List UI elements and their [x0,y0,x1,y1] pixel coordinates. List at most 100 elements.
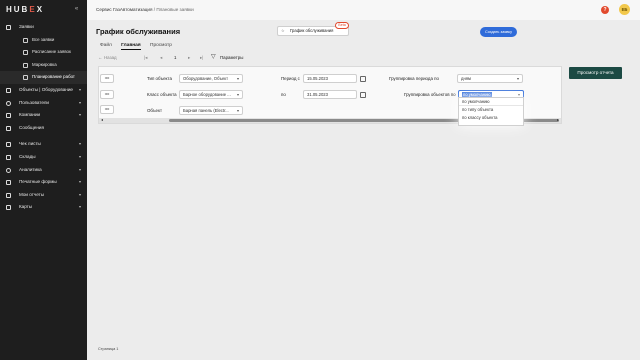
users-icon [6,100,11,106]
sidebar-item-work-planning[interactable]: Планирование работ [0,71,87,84]
sidebar-item-analytics[interactable]: Аналитика ▾ [0,164,87,177]
sidebar-item-label: Объекты | Оборудование [19,86,73,92]
tab-view[interactable]: Просмотр [150,43,172,49]
collapse-sidebar-icon[interactable]: « [72,6,81,13]
object-grouping-dropdown: по умолчанию по типу объекта по классу о… [458,97,524,126]
tab-file[interactable]: Файл [100,43,112,49]
sidebar-item-request-schedule[interactable]: Расписание заявок [0,46,87,59]
object-type-value: Оборудование, Объект [183,76,229,81]
checklist-icon [6,142,11,148]
sidebar-item-all-requests[interactable]: Все заявки [0,34,87,47]
sidebar-item-print-forms[interactable]: Печатные формы ▾ [0,176,87,189]
chevron-down-icon: ▾ [236,76,239,81]
warehouse-icon [6,154,11,160]
dropdown-option[interactable]: по типу объекта [459,106,523,114]
object-value: Барная панель (Electr... [183,108,229,113]
calendar-icon [23,50,28,56]
object-type-select[interactable]: Оборудование, Объект ▾ [179,74,243,83]
object-select[interactable]: Барная панель (Electr... ▾ [179,106,243,115]
chevron-down-icon: ▾ [236,108,239,113]
dropdown-option[interactable]: по умолчанию [459,98,523,106]
last-page-icon[interactable]: ▸| [200,55,203,61]
parameters-label[interactable]: Параметры [220,55,243,60]
back-arrow-icon[interactable]: ← [98,55,102,60]
calendar-icon[interactable] [360,92,366,98]
scroll-right-icon[interactable]: ▸ [557,117,559,122]
sidebar-item-label: Склады [19,153,36,159]
sidebar-nav: Заявки Все заявки Расписание заявок Марк… [0,21,87,214]
reports-icon [6,192,11,198]
sidebar-item-maps[interactable]: Карты ▾ [0,201,87,214]
sidebar-item-checklists[interactable]: Чек листы ▾ [0,138,87,151]
sidebar-item-messages[interactable]: Сообщения [0,122,87,135]
messages-icon [6,125,11,131]
chevron-down-icon: ▾ [236,92,239,97]
back-label[interactable]: Назад [104,55,117,60]
row-expander[interactable]: ◂ ▸ [100,105,114,114]
object-class-value: Барное оборудование ... [183,92,231,97]
period-to-label: по [281,92,286,97]
chevron-down-icon: ▾ [78,153,81,159]
prev-page-icon[interactable]: ◂ [160,55,162,61]
sidebar-item-label: Пользователи [19,99,49,105]
breadcrumb-service[interactable]: Сервис ГазАвтоматизация [96,7,152,12]
period-grouping-select[interactable]: дням ▾ [457,74,523,83]
chevron-down-icon: ▾ [78,191,81,197]
sidebar-item-warehouses[interactable]: Склады ▾ [0,151,87,164]
sidebar-item-my-reports[interactable]: Мои отчеты ▾ [0,189,87,202]
scroll-left-icon[interactable]: ◂ [101,117,103,122]
requests-icon [6,25,11,30]
object-type-label: Тип объекта [147,76,172,81]
sidebar-item-objects[interactable]: Объекты | Оборудование ▾ [0,84,87,97]
sidebar-item-users[interactable]: Пользователи ▾ [0,97,87,110]
sidebar: HUBEX « Заявки Все заявки Расписание зая… [0,0,87,360]
print-icon [6,180,11,186]
period-from-input[interactable]: 15.05.2023 [303,74,366,83]
next-page-icon[interactable]: ▸ [188,55,190,61]
top-bar: Сервис ГазАвтоматизация / Плановые заявк… [87,0,640,20]
chevron-down-icon: ▾ [78,166,81,172]
beta-badge: Beta [335,22,349,29]
view-report-button[interactable]: Просмотр отчета [569,67,622,79]
sidebar-item-requests[interactable]: Заявки [0,21,87,34]
period-to-value: 31.05.2023 [307,92,328,97]
object-class-select[interactable]: Барное оборудование ... ▾ [179,90,243,99]
sidebar-item-label: Маркировка [32,61,57,67]
avatar[interactable]: ЕБ [619,4,630,15]
tab-home[interactable]: Главная [121,43,141,50]
help-icon[interactable]: ? [601,6,609,14]
object-label: Объект [147,108,162,113]
sidebar-item-label: Печатные формы [19,179,57,185]
filter-icon[interactable]: ▽ [211,53,216,60]
period-grouping-value: дням [461,76,471,81]
sidebar-item-label: Чек листы [19,141,41,147]
chevron-down-icon: ▾ [78,204,81,210]
row-expander[interactable]: ◂ ▸ [100,90,114,99]
period-to-input[interactable]: 31.05.2023 [303,90,366,99]
chevron-down-icon: ▾ [78,141,81,147]
calendar-icon[interactable] [360,76,366,82]
period-from-label: Период с [281,76,300,81]
qr-code-icon [23,62,28,68]
sidebar-item-marking[interactable]: Маркировка [0,59,87,72]
dropdown-option[interactable]: по классу объекта [459,114,523,122]
create-request-button[interactable]: Создать заявку [480,27,517,37]
sidebar-item-label: Карты [19,204,33,210]
first-page-icon[interactable]: |◂ [144,55,147,61]
list-icon [23,37,28,43]
sidebar-item-label: Все заявки [32,36,55,42]
sidebar-item-label: Расписание заявок [32,49,71,55]
chevron-down-icon: ▾ [78,179,81,185]
objects-icon [6,87,11,93]
row-expander[interactable]: ◂ ▸ [100,74,114,83]
page-title: График обслуживания [96,27,181,36]
app-logo[interactable]: HUBEX [6,5,44,14]
sidebar-item-label: Компании [19,112,41,118]
star-icon[interactable]: ☆ [281,27,285,35]
sidebar-item-companies[interactable]: Компании ▾ [0,109,87,122]
map-icon [6,205,11,211]
page-number[interactable]: 1 [174,55,176,60]
report-toolbar: ← Назад |◂ ◂ 1 ▸ ▸| ▽ Параметры [96,53,256,63]
object-grouping-label: Группировка объектов по [404,92,456,97]
sidebar-item-label: Аналитика [19,166,42,172]
